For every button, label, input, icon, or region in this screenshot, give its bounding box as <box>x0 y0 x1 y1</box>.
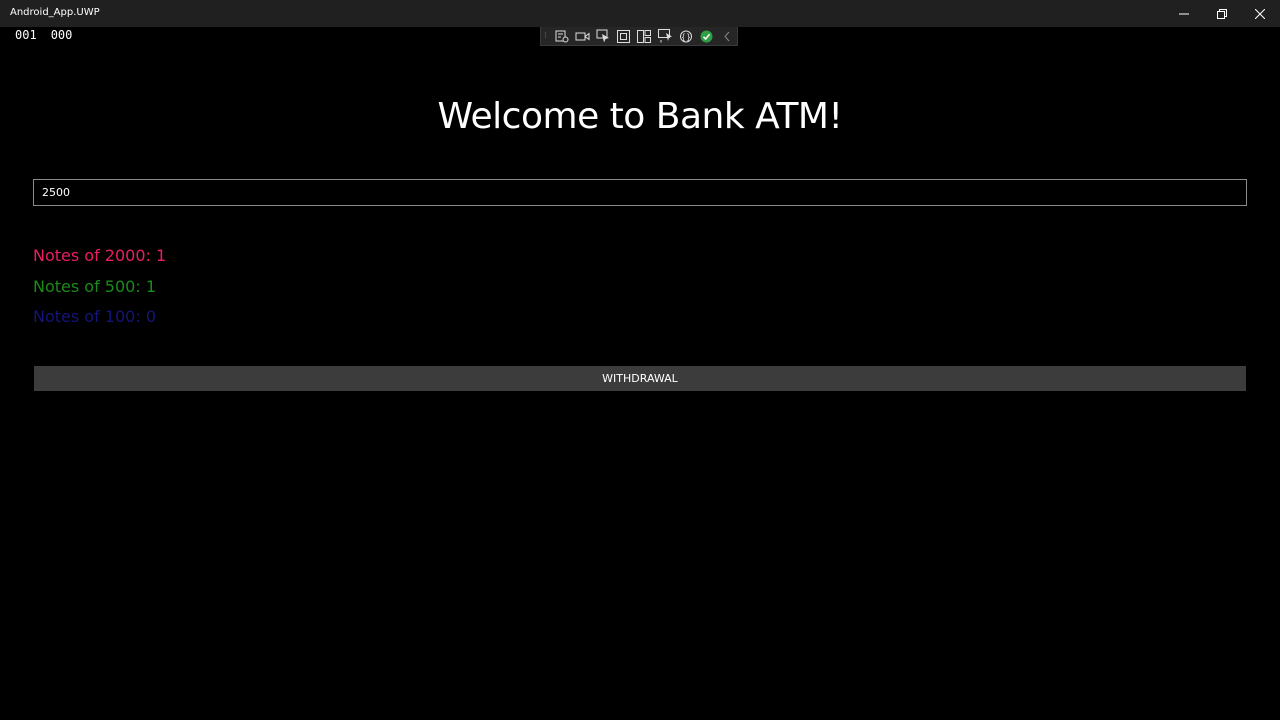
notes-500-label: Notes of 500: 1 <box>33 277 156 296</box>
minimize-icon <box>1179 13 1189 14</box>
minimize-button[interactable] <box>1165 0 1203 27</box>
video-icon <box>575 32 590 40</box>
amount-input[interactable] <box>33 179 1247 206</box>
window-titlebar: Android_App.UWP <box>0 0 1280 27</box>
track-focus-icon <box>637 29 652 43</box>
frame-counter-left: 001 <box>15 28 37 42</box>
svg-text:{}: {} <box>681 32 691 41</box>
toolbar-grip-icon[interactable]: ⁞ <box>544 29 552 43</box>
display-layout-adorners-icon <box>617 29 631 43</box>
track-focus-button[interactable] <box>634 28 655 45</box>
page-title: Welcome to Bank ATM! <box>437 96 843 137</box>
notes-100-label: Notes of 100: 0 <box>33 307 156 326</box>
withdrawal-button[interactable]: WITHDRAWAL <box>34 366 1246 391</box>
binding-failures-icon: {} <box>679 30 692 42</box>
collapse-chevron-icon <box>724 31 730 41</box>
select-element-icon <box>596 29 610 43</box>
xaml-debug-toolbar: ⁞ {} <box>540 27 738 46</box>
frame-rate-counter: 001 000 <box>15 28 86 42</box>
display-layout-adorners-button[interactable] <box>614 28 635 45</box>
binding-failures-button[interactable]: {} <box>675 28 696 45</box>
status-ok-button[interactable] <box>696 28 717 45</box>
status-ok-icon <box>700 30 713 42</box>
notes-2000-label: Notes of 2000: 1 <box>33 246 167 265</box>
close-button[interactable] <box>1241 0 1279 27</box>
live-visual-tree-button[interactable] <box>552 28 573 45</box>
hot-reload-icon <box>657 29 672 43</box>
collapse-toolbar-button[interactable] <box>716 28 737 45</box>
frame-counter-right: 000 <box>50 28 73 42</box>
window-title: Android_App.UWP <box>10 7 100 18</box>
restore-icon <box>1217 8 1227 19</box>
live-visual-tree-icon <box>555 30 569 42</box>
restore-button[interactable] <box>1203 0 1241 27</box>
hot-reload-button[interactable] <box>655 28 676 45</box>
close-icon <box>1255 8 1265 19</box>
select-element-button[interactable] <box>593 28 614 45</box>
video-button[interactable] <box>572 28 593 45</box>
